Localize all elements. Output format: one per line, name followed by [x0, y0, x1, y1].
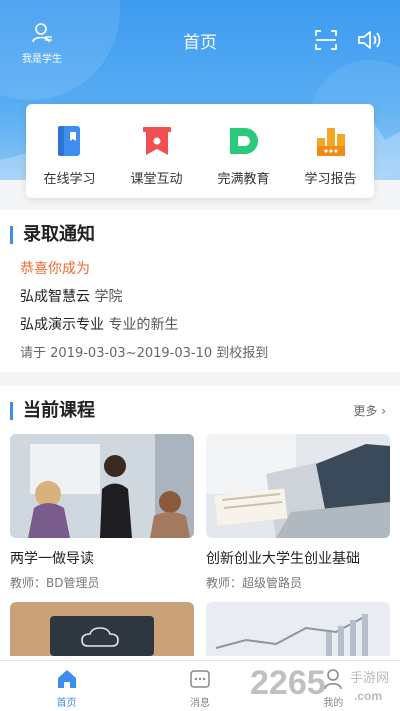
scan-icon[interactable]	[314, 28, 338, 52]
quick-item-label: 学习报告	[304, 172, 357, 187]
college-name: 弘成智慧云	[20, 289, 90, 305]
quick-item-classroom[interactable]: 课堂互动	[113, 104, 200, 198]
course-card[interactable]	[10, 602, 194, 666]
quick-item-label: 完满教育	[217, 172, 270, 187]
course-teacher: 教师：超级管路员	[206, 576, 303, 590]
course-thumbnail	[10, 434, 194, 538]
course-thumbnail	[10, 602, 194, 656]
major-line: 弘成演示专业 专业的新生	[20, 314, 178, 334]
d-logo-icon	[229, 128, 258, 154]
tab-label: 首页	[56, 698, 77, 709]
course-card[interactable]: 创新创业大学生创业基础 教师：超级管路员	[206, 434, 390, 591]
tab-label: 消息	[189, 698, 210, 709]
college-line: 弘成智慧云 学院	[20, 286, 122, 306]
congrats-text: 恭喜你成为	[20, 261, 90, 277]
message-icon	[190, 670, 210, 688]
home-icon	[57, 670, 76, 688]
course-card[interactable]	[206, 602, 390, 666]
classroom-illustration	[10, 434, 194, 538]
section-title: 录取通知	[10, 226, 95, 244]
report-range: 2019-03-03~2019-03-10	[50, 346, 213, 361]
watermark-site: 手游网	[350, 671, 389, 686]
course-name: 两学一做导读	[10, 551, 94, 567]
quick-item-label: 在线学习	[43, 172, 96, 187]
book-icon	[57, 126, 80, 156]
quick-item-education[interactable]: 完满教育	[200, 104, 287, 198]
watermark-domain: .com	[354, 689, 382, 703]
more-link[interactable]: 更多 ›	[353, 402, 386, 419]
more-label: 更多	[353, 404, 378, 418]
chevron-right-icon: ›	[381, 404, 386, 418]
quick-item-report[interactable]: 学习报告	[287, 104, 374, 198]
college-suffix: 学院	[94, 289, 123, 305]
report-prefix: 请于	[20, 346, 47, 361]
chart-illustration	[206, 602, 390, 656]
course-name: 创新创业大学生创业基础	[206, 551, 360, 567]
section-title: 当前课程	[10, 402, 95, 420]
course-teacher: 教师：BD管理员	[10, 576, 100, 590]
quick-item-online-study[interactable]: 在线学习	[26, 104, 113, 198]
report-date-line: 请于 2019-03-03~2019-03-10 到校报到	[20, 342, 268, 361]
quick-menu: 在线学习 课堂互动 完满教育 学习报告	[26, 104, 374, 198]
watermark-number: 2265	[250, 664, 326, 702]
course-card[interactable]: 两学一做导读 教师：BD管理员	[10, 434, 194, 591]
site-watermark: 2265 手游网 .com	[250, 664, 389, 703]
cloud-tablet-illustration	[10, 602, 194, 656]
major-suffix: 专业的新生	[108, 317, 179, 333]
bar-chart-icon	[316, 128, 345, 156]
banner-icon	[142, 127, 171, 155]
speaker-icon[interactable]	[356, 28, 382, 52]
tab-messages[interactable]: 消息	[133, 661, 266, 711]
course-thumbnail	[206, 434, 390, 538]
laptop-illustration	[206, 434, 390, 538]
quick-item-label: 课堂互动	[130, 172, 183, 187]
report-suffix: 到校报到	[216, 346, 269, 361]
admission-notice: 录取通知 恭喜你成为 弘成智慧云 学院 弘成演示专业 专业的新生 请于 2019…	[0, 210, 400, 372]
major-name: 弘成演示专业	[20, 317, 104, 333]
course-thumbnail	[206, 602, 390, 656]
page-title: 首页	[183, 33, 217, 53]
tab-home[interactable]: 首页	[0, 661, 133, 711]
